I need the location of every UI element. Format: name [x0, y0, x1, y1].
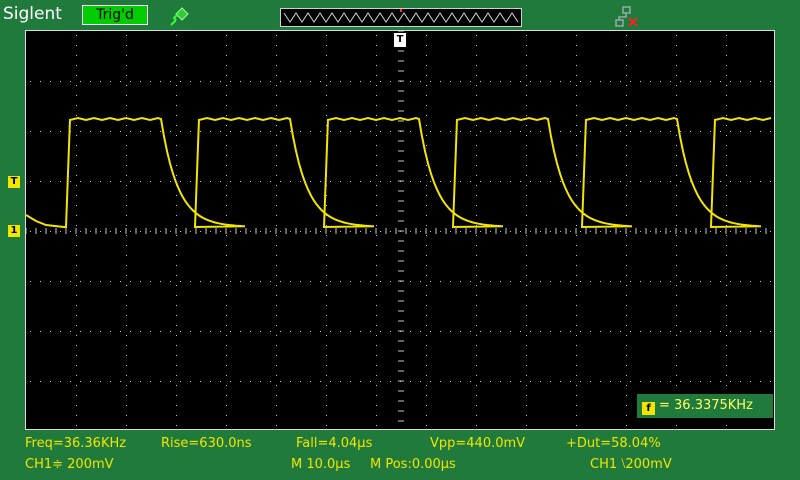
graticule — [26, 31, 771, 426]
timebase-memory-bar — [280, 8, 522, 27]
measure-duty: +Dut=58.04% — [566, 436, 661, 451]
frequency-counter-readout: f = 36.3375KHz — [637, 394, 773, 418]
horizontal-position-readout: M Pos:0.00µs — [370, 457, 456, 472]
frequency-counter-value: = 36.3375KHz — [659, 398, 753, 413]
waveform-display[interactable] — [25, 30, 775, 430]
ch1-offset-marker[interactable]: 1 — [8, 225, 20, 237]
brand-label: Siglent — [3, 4, 62, 24]
timebase-readout: M 10.0µs — [291, 457, 351, 472]
trigger-position-marker[interactable]: T — [394, 33, 406, 47]
measure-vpp: Vpp=440.0mV — [430, 436, 526, 451]
measure-rise: Rise=630.0ns — [161, 436, 252, 451]
probe-icon — [168, 4, 192, 28]
trigger-level-marker[interactable]: T — [8, 176, 20, 188]
measure-fall: Fall=4.04µs — [296, 436, 373, 451]
trigger-status-badge: Trig'd — [82, 5, 148, 25]
frequency-icon: f — [642, 402, 655, 415]
trigger-source-readout: CH1 ⧵200mV — [590, 457, 672, 472]
measure-freq: Freq=36.36KHz — [25, 436, 127, 451]
network-disconnected-icon — [614, 6, 640, 28]
ch1-scale-readout: CH1≑ 200mV — [25, 457, 114, 472]
